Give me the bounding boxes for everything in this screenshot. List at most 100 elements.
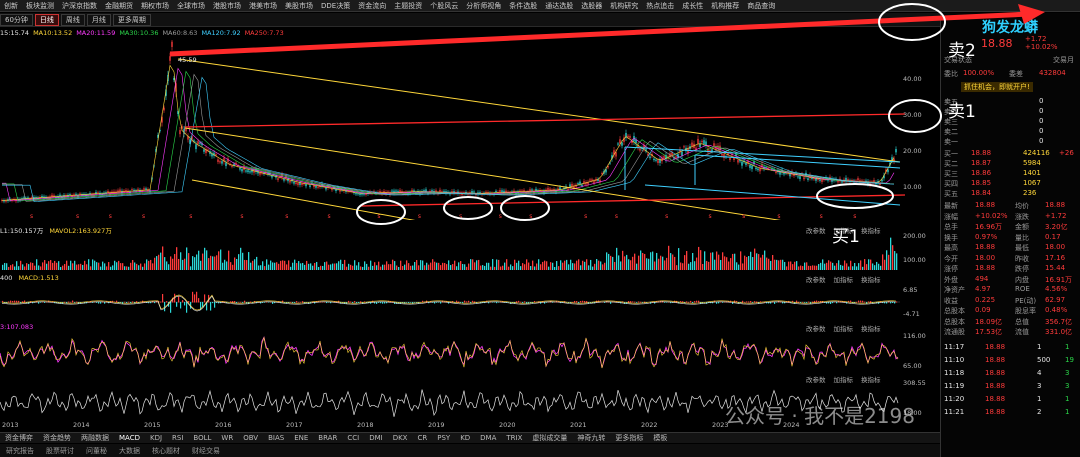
candle-body (549, 188, 551, 191)
nav-item[interactable]: 港股市场 (209, 1, 245, 11)
indicator-tab[interactable]: 资金趋势 (38, 433, 76, 443)
indicator-tab[interactable]: OBV (238, 434, 263, 442)
volume-bar (578, 259, 580, 270)
indicator-tab[interactable]: BOLL (188, 434, 216, 442)
nav-item[interactable]: 机构推荐 (707, 1, 743, 11)
nav-item[interactable]: 期权市场 (137, 1, 173, 11)
volume-bar (200, 260, 202, 270)
nav-item[interactable]: 选股器 (577, 1, 606, 11)
ask-level: 卖二 (944, 128, 958, 136)
nav-item[interactable]: 主题投资 (390, 1, 426, 11)
candle-body (841, 181, 843, 183)
nav-item[interactable]: 金融期货 (101, 1, 137, 11)
indicator-tab[interactable]: BRAR (313, 434, 342, 442)
nav-item[interactable]: 商品查询 (743, 1, 779, 11)
kline-chart[interactable]: sssssssssssssssssssss (0, 40, 935, 220)
indicator-tab[interactable]: PSY (432, 434, 455, 442)
indicator-tab[interactable]: KDJ (145, 434, 167, 442)
ind3-chart[interactable] (0, 333, 900, 373)
volume-bar (308, 263, 310, 270)
indicator-tab[interactable]: CR (412, 434, 432, 442)
indicator-tab[interactable]: DMA (475, 434, 501, 442)
info-tab[interactable]: 大数据 (113, 446, 146, 456)
indicator-tab[interactable]: BIAS (263, 434, 289, 442)
volume-bar (542, 261, 544, 270)
info-tab[interactable]: 财经交易 (186, 446, 226, 456)
volume-bar (588, 265, 590, 270)
ma-legend-item: 15:15.74 (0, 29, 30, 37)
indicator-tab[interactable]: 资金博弈 (0, 433, 38, 443)
indicator-tool-button[interactable]: 换指标 (861, 323, 881, 333)
signal-mark: s (142, 213, 145, 220)
macd-chart[interactable] (0, 284, 900, 320)
volume-bar (342, 263, 344, 270)
volume-bar (684, 255, 686, 270)
info-tab[interactable]: 核心题材 (146, 446, 186, 456)
nav-item[interactable]: 港美市场 (245, 1, 281, 11)
nav-item[interactable]: 机构研究 (606, 1, 642, 11)
indicator-tab[interactable]: WR (216, 434, 238, 442)
banner-text[interactable]: 抓住机会，即就开户! (961, 82, 1033, 92)
nav-item[interactable]: 热点追击 (642, 1, 678, 11)
axis-tick-label: 116.00 (903, 332, 926, 340)
nav-item[interactable]: 资金流向 (354, 1, 390, 11)
volume-bar (760, 257, 762, 270)
volume-bar (48, 261, 50, 270)
indicator-tool-button[interactable]: 改参数 (806, 323, 826, 333)
indicator-tab[interactable]: 虚拟成交量 (527, 433, 572, 443)
info-tab[interactable]: 研究报告 (0, 446, 40, 456)
period-button[interactable]: 更多周期 (112, 13, 151, 26)
ma-line (2, 70, 895, 202)
volume-bar (180, 252, 182, 270)
indicator-tool-button[interactable]: 加指标 (834, 274, 854, 284)
info-tab[interactable]: 股票研讨 (40, 446, 80, 456)
volume-bar (116, 262, 118, 270)
volume-bar (698, 246, 700, 270)
bid-price: 18.88 (971, 149, 992, 157)
indicator-tab[interactable]: 模板 (648, 433, 672, 443)
volume-bar (424, 265, 426, 270)
indicator-tab[interactable]: 两融数据 (76, 433, 114, 443)
period-button[interactable]: 周线 (60, 13, 85, 26)
indicator-tab[interactable]: 神奇九转 (572, 433, 610, 443)
indicator-tab[interactable]: MACD (114, 434, 145, 442)
period-button[interactable]: 日线 (34, 13, 59, 26)
nav-item[interactable]: 个股风云 (426, 1, 462, 11)
info-tab[interactable]: 问董秘 (80, 446, 113, 456)
nav-item[interactable]: 美股市场 (281, 1, 317, 11)
volume-chart[interactable] (0, 235, 900, 270)
candle-body (711, 149, 713, 152)
indicator-tab[interactable]: TRIX (501, 434, 527, 442)
nav-item[interactable]: 分析师视角 (462, 1, 505, 11)
indicator-tool-button[interactable]: 改参数 (806, 225, 826, 235)
tick-time: 11:10 (944, 356, 965, 364)
indicator-tab[interactable]: DKX (388, 434, 413, 442)
volume-bar (642, 252, 644, 270)
indicator-tool-button[interactable]: 改参数 (806, 274, 826, 284)
nav-item[interactable]: DDE决策 (317, 1, 354, 11)
tick-count: 1 (1065, 343, 1070, 351)
open-account-banner[interactable]: 抓住机会，即就开户! (941, 82, 1079, 93)
stat-row: 净资产 4.97 ROE 4.56% (941, 285, 1079, 295)
indicator-tool-button[interactable]: 加指标 (834, 323, 854, 333)
indicator-tab[interactable]: DMI (364, 434, 388, 442)
nav-item[interactable]: 条件选股 (505, 1, 541, 11)
indicator-tool-button[interactable]: 换指标 (861, 274, 881, 284)
indicator-tab[interactable]: RSI (167, 434, 188, 442)
macd-bar (640, 301, 642, 303)
nav-item[interactable]: 全球市场 (173, 1, 209, 11)
indicator-tab[interactable]: 更多指标 (610, 433, 648, 443)
indicator-tab[interactable]: ENE (289, 434, 313, 442)
nav-item[interactable]: 板块监测 (22, 1, 58, 11)
indicator-tool-button[interactable]: 换指标 (861, 225, 881, 235)
nav-item[interactable]: 通达选股 (541, 1, 577, 11)
period-button[interactable]: 60分钟 (0, 13, 33, 26)
volume-bar (192, 256, 194, 270)
volume-bar (470, 259, 472, 270)
nav-item[interactable]: 创新 (0, 1, 22, 11)
indicator-tab[interactable]: CCI (342, 434, 364, 442)
nav-item[interactable]: 成长性 (678, 1, 707, 11)
indicator-tab[interactable]: KD (455, 434, 475, 442)
nav-item[interactable]: 沪深京指数 (58, 1, 101, 11)
period-button[interactable]: 月线 (86, 13, 111, 26)
